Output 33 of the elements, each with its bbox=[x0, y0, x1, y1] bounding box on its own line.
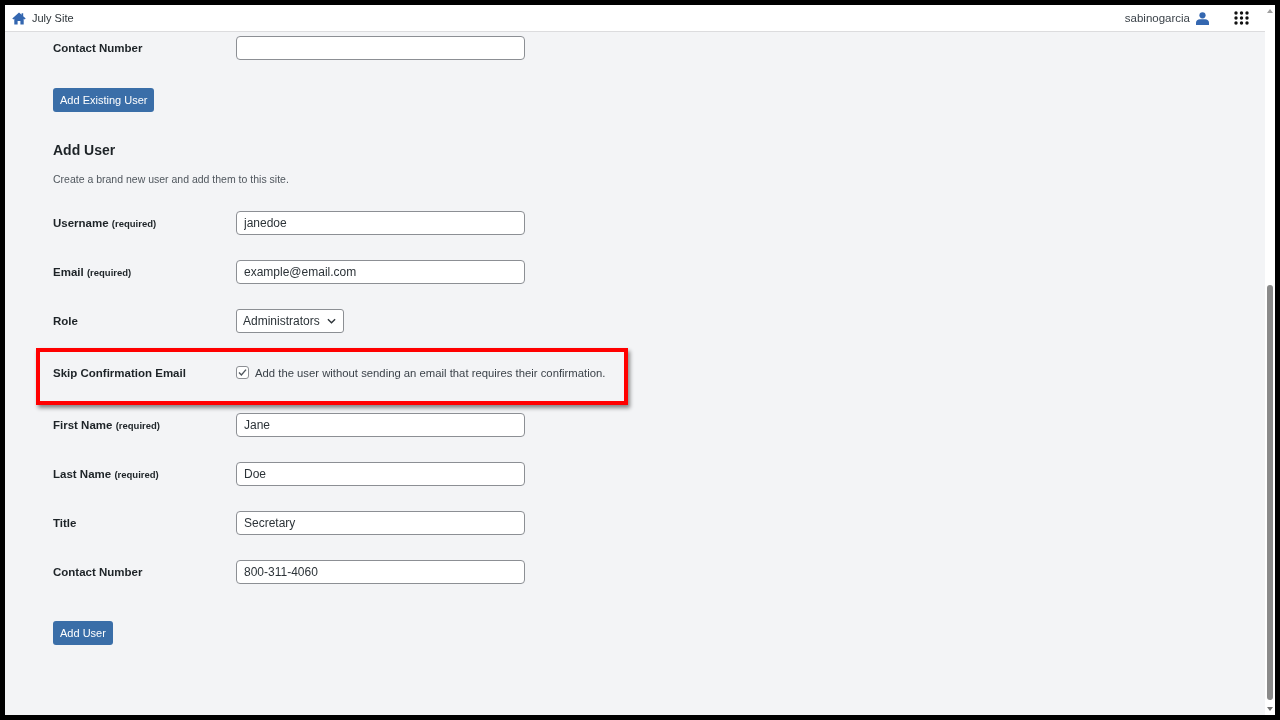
field-label: Contact Number bbox=[53, 41, 144, 54]
field-label: Skip Confirmation Email bbox=[53, 366, 187, 379]
section-heading: Add User bbox=[53, 141, 116, 159]
text-input[interactable]: Secretary bbox=[236, 510, 525, 535]
field-label: Title bbox=[53, 516, 78, 529]
app-grid-icon[interactable] bbox=[1234, 11, 1249, 25]
chevron-down-icon bbox=[326, 317, 336, 324]
field-label: First Name (required) bbox=[53, 418, 161, 431]
text-input[interactable]: janedoe bbox=[236, 210, 525, 235]
text-input[interactable]: Doe bbox=[236, 461, 525, 486]
field-label: Email (required) bbox=[53, 265, 133, 278]
user-link[interactable]: sabinogarcia bbox=[1124, 11, 1209, 25]
user-icon bbox=[1196, 11, 1209, 25]
text-input[interactable]: example@email.com bbox=[236, 259, 525, 284]
home-icon bbox=[12, 11, 26, 25]
dropdown[interactable]: Administrators bbox=[236, 308, 344, 333]
field-label: Last Name (required) bbox=[53, 467, 160, 480]
submit-button[interactable]: Add Existing User bbox=[53, 88, 155, 112]
text-input[interactable]: Jane bbox=[236, 412, 525, 437]
checkbox-label: Add the user without sending an email that requires their confirmation. bbox=[255, 366, 606, 379]
text-input[interactable] bbox=[236, 35, 525, 60]
site-link[interactable]: July Site bbox=[12, 11, 74, 25]
field-label: Contact Number bbox=[53, 565, 144, 578]
scroll-down-arrow-icon[interactable] bbox=[1267, 707, 1273, 711]
scrollbar[interactable] bbox=[1265, 5, 1275, 715]
section-description: Create a brand new user and add them to this site. bbox=[53, 172, 289, 187]
checkbox[interactable] bbox=[236, 366, 249, 379]
field-label: Role bbox=[53, 314, 79, 327]
scroll-up-arrow-icon[interactable] bbox=[1267, 9, 1273, 13]
submit-button[interactable]: Add User bbox=[53, 621, 113, 645]
scrollbar-thumb[interactable] bbox=[1267, 285, 1273, 700]
text-input[interactable]: 800-311-4060 bbox=[236, 559, 525, 584]
field-label: Username (required) bbox=[53, 216, 158, 229]
